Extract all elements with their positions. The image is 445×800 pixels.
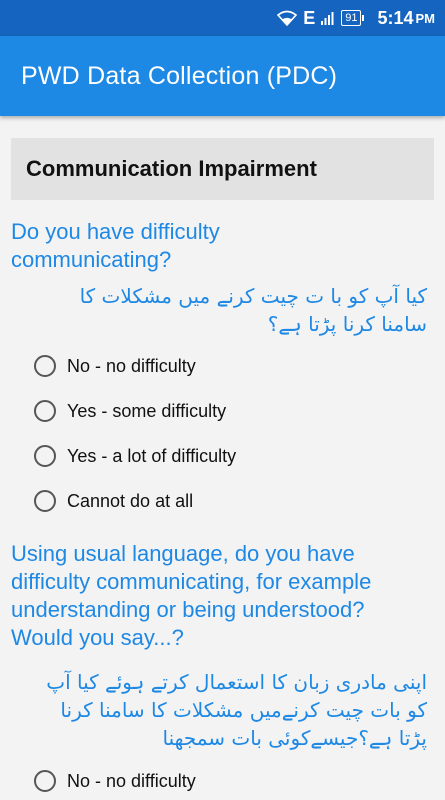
- clock-suffix: PM: [415, 10, 436, 26]
- option-label: Yes - some difficulty: [67, 400, 227, 421]
- question-1-urdu-line-2: سامنا کرنا پڑتا ہے؟: [267, 312, 427, 336]
- status-bar: E 91 5:14 PM: [0, 0, 445, 36]
- q1-option-cannot-do[interactable]: Cannot do at all: [34, 484, 193, 518]
- question-1-line-1: Do you have difficulty: [11, 219, 220, 244]
- q1-option-lot-of-difficulty[interactable]: Yes - a lot of difficulty: [34, 439, 236, 473]
- question-2-urdu-line-2: کو بات چیت کرنےمیں مشکلات کا سامنا کرنا: [60, 698, 427, 722]
- network-type: E: [303, 7, 316, 28]
- clock-time: 5:14: [377, 7, 414, 28]
- question-1-text: Do you have difficulty communicating?: [11, 218, 441, 274]
- radio-unchecked-icon[interactable]: [34, 490, 56, 512]
- app-title: PWD Data Collection (PDC): [21, 61, 338, 90]
- question-1-urdu: کیا آپ کو با ت چیت کرنے میں مشکلات کا سا…: [17, 282, 427, 338]
- clock: 5:14 PM: [377, 8, 435, 29]
- radio-unchecked-icon[interactable]: [34, 445, 56, 467]
- q1-option-no-difficulty[interactable]: No - no difficulty: [34, 349, 196, 383]
- app-bar: PWD Data Collection (PDC): [0, 36, 445, 116]
- section-header: Communication Impairment: [11, 138, 434, 200]
- option-label: No - no difficulty: [67, 355, 196, 376]
- radio-unchecked-icon[interactable]: [34, 400, 56, 422]
- question-2-urdu-line-1: اپنی مادری زبان کا استعمال کرتے ہوئے کیا…: [46, 670, 427, 694]
- question-2-line-3: understanding or being understood?: [11, 597, 365, 622]
- question-2-urdu-line-3: پڑتا ہے؟جیسےکوئی بات سمجھنا: [162, 726, 427, 750]
- question-2-line-1: Using usual language, do you have: [11, 541, 355, 566]
- question-2-text: Using usual language, do you have diffic…: [11, 540, 441, 652]
- battery-icon: 91: [341, 10, 365, 26]
- radio-unchecked-icon[interactable]: [34, 770, 56, 792]
- option-label: No - no difficulty: [67, 770, 196, 791]
- question-1-urdu-line-1: کیا آپ کو با ت چیت کرنے میں مشکلات کا: [79, 284, 427, 308]
- question-2-line-2: difficulty communicating, for example: [11, 569, 372, 594]
- radio-unchecked-icon[interactable]: [34, 355, 56, 377]
- wifi-icon: [277, 10, 298, 26]
- q2-option-no-difficulty[interactable]: No - no difficulty: [34, 764, 196, 798]
- section-title: Communication Impairment: [26, 156, 317, 181]
- question-2-line-4: Would you say...?: [11, 625, 184, 650]
- signal-icon: [321, 11, 335, 25]
- q1-option-some-difficulty[interactable]: Yes - some difficulty: [34, 394, 226, 428]
- question-2-urdu: اپنی مادری زبان کا استعمال کرتے ہوئے کیا…: [17, 668, 427, 752]
- question-1-line-2: communicating?: [11, 247, 172, 272]
- option-label: Yes - a lot of difficulty: [67, 445, 237, 466]
- option-label: Cannot do at all: [67, 490, 194, 511]
